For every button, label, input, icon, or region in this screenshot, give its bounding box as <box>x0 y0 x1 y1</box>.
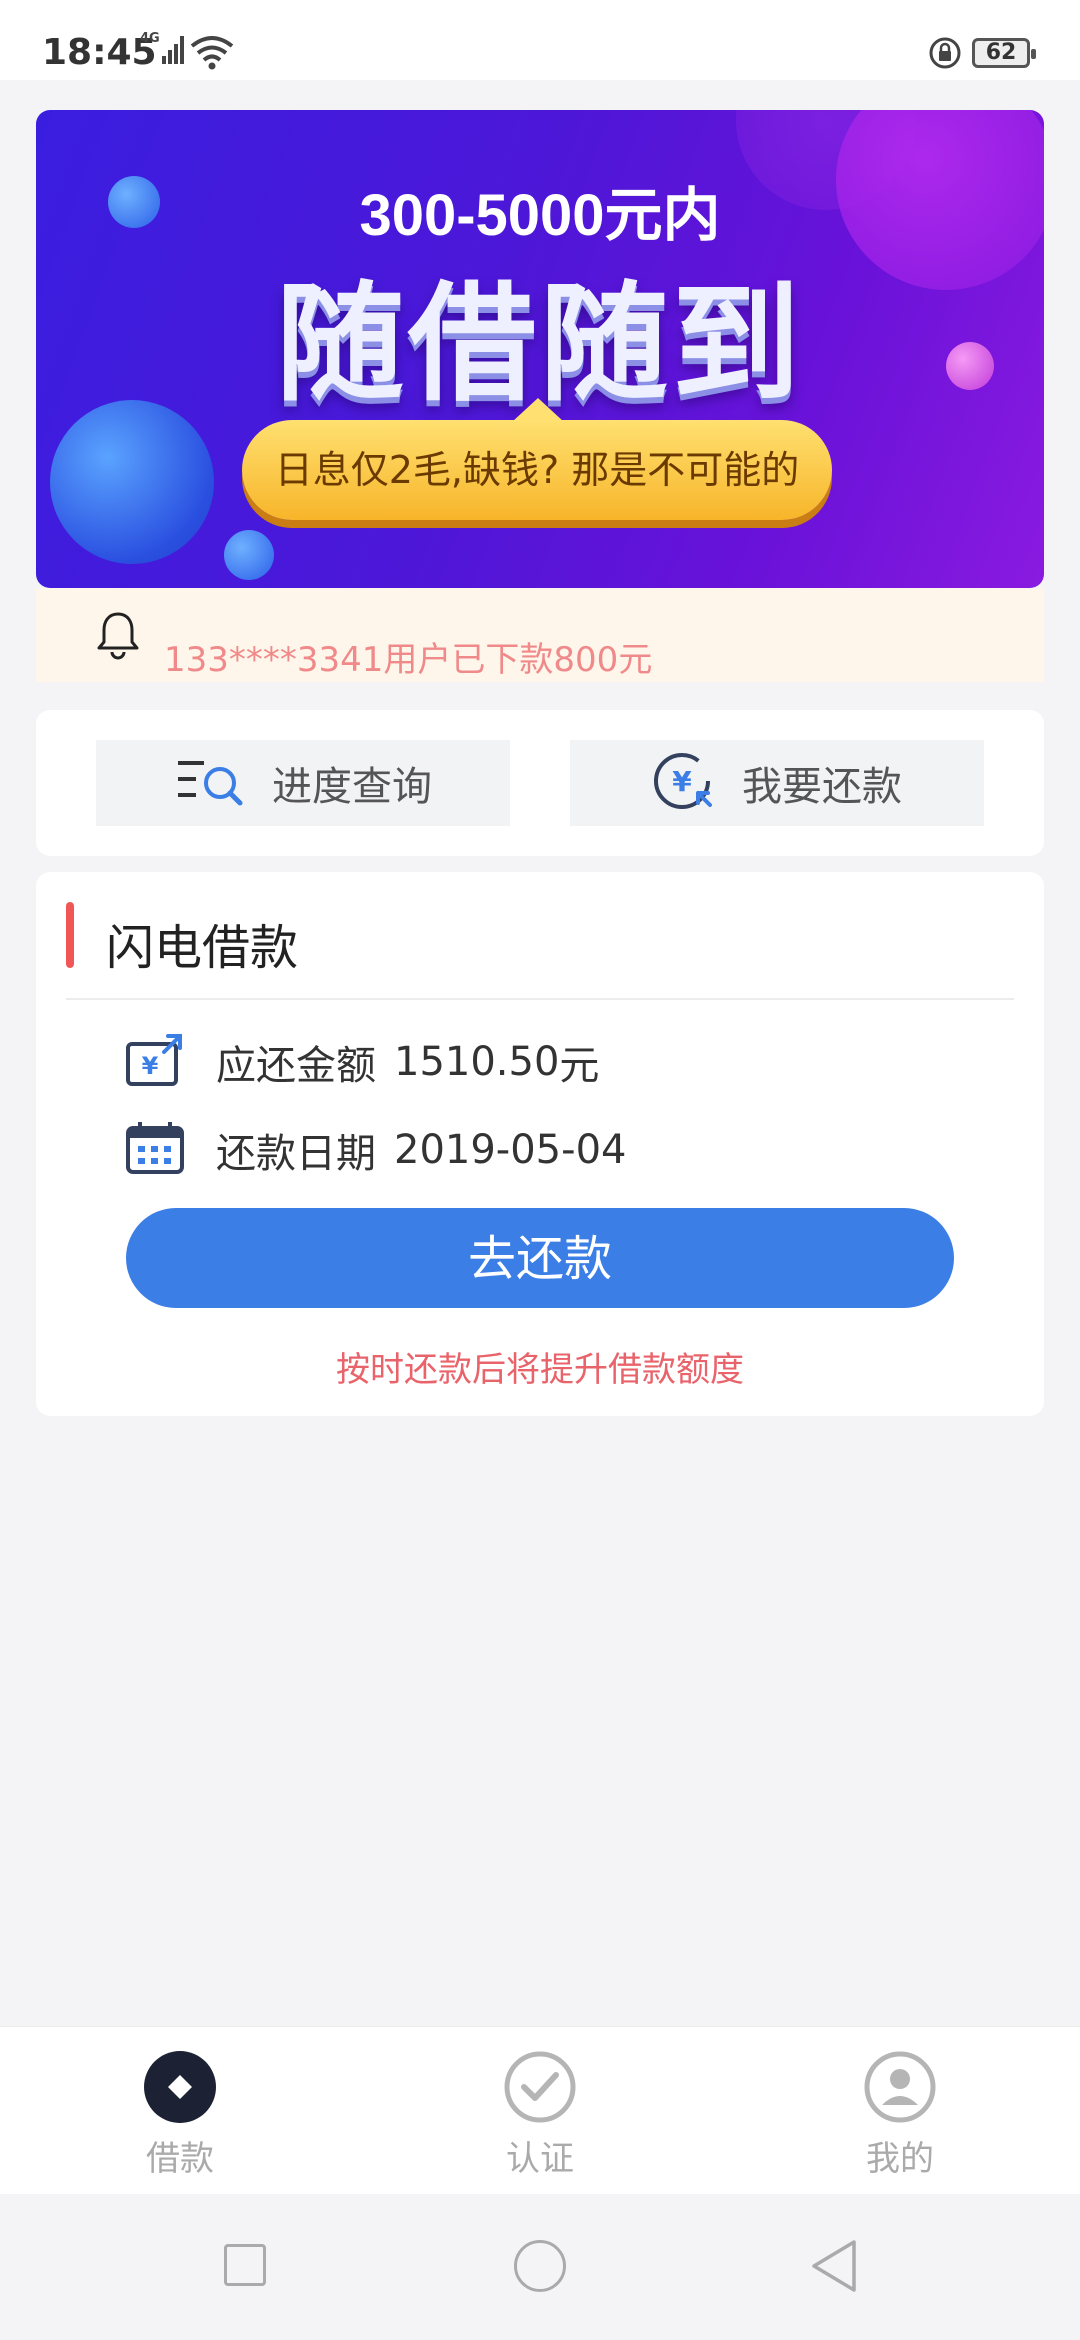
divider <box>66 998 1014 1000</box>
list-search-icon <box>174 753 246 813</box>
tab-mine-label: 我的 <box>866 2139 934 2179</box>
status-bar: 18:45 4G 62 <box>0 0 1080 80</box>
date-value: 2019-05-04 <box>394 1127 627 1173</box>
check-circle-icon <box>504 2051 576 2123</box>
repay-entry-label: 我要还款 <box>742 764 902 810</box>
network-type: 4G <box>140 31 160 46</box>
decor-ball <box>224 530 274 580</box>
progress-query-button[interactable]: 进度查询 <box>96 740 510 826</box>
date-label: 还款日期 <box>216 1131 376 1177</box>
notice-bar: 133****3341用户已下款800元 <box>36 588 1044 682</box>
tab-loan[interactable]: 借款 <box>0 2027 360 2195</box>
calendar-icon <box>124 1120 186 1180</box>
progress-query-label: 进度查询 <box>272 764 432 810</box>
repay-hint: 按时还款后将提升借款额度 <box>336 1350 744 1390</box>
svg-text:¥: ¥ <box>142 1052 159 1080</box>
date-row: 还款日期 2019-05-04 <box>124 1120 626 1180</box>
back-button[interactable] <box>810 2238 858 2298</box>
go-repay-button[interactable]: 去还款 <box>126 1208 954 1308</box>
home-button[interactable] <box>514 2240 566 2292</box>
system-nav-bar <box>0 2194 1080 2340</box>
bottom-tab-bar: 借款 认证 我的 <box>0 2026 1080 2195</box>
title-accent-bar <box>66 902 74 968</box>
tab-auth[interactable]: 认证 <box>360 2027 720 2195</box>
bell-icon <box>96 610 140 664</box>
signal-icon: 4G <box>140 30 184 72</box>
diamond-icon <box>144 2051 216 2123</box>
battery-indicator: 62 <box>972 38 1036 68</box>
amount-unit: 元 <box>559 1043 600 1089</box>
user-icon <box>864 2051 936 2123</box>
tab-loan-label: 借款 <box>146 2139 214 2179</box>
tab-mine[interactable]: 我的 <box>720 2027 1080 2195</box>
amount-label: 应还金额 <box>216 1043 376 1089</box>
rotation-lock-icon <box>928 36 962 74</box>
loan-title: 闪电借款 <box>106 920 299 976</box>
quick-actions-card: 进度查询 ¥ 我要还款 <box>36 710 1044 856</box>
wifi-icon <box>190 34 234 74</box>
notice-text: 133****3341用户已下款800元 <box>164 640 653 680</box>
yuan-arrow-icon: ¥ <box>652 749 716 817</box>
amount-value: 1510.50 <box>394 1039 560 1085</box>
banner-pill: 日息仅2毛,缺钱? 那是不可能的 <box>242 398 832 520</box>
promo-banner[interactable]: 300-5000元内 随借随到 日息仅2毛,缺钱? 那是不可能的 <box>36 110 1044 588</box>
loan-card: 闪电借款 ¥ 应还金额 1510.50 元 还款日期 2019-05-04 去还… <box>36 872 1044 1416</box>
repay-entry-button[interactable]: ¥ 我要还款 <box>570 740 984 826</box>
recent-apps-button[interactable] <box>224 2244 266 2286</box>
tab-auth-label: 认证 <box>506 2139 574 2179</box>
yuan-share-icon: ¥ <box>124 1032 186 1092</box>
amount-row: ¥ 应还金额 1510.50 元 <box>124 1032 599 1092</box>
svg-text:¥: ¥ <box>672 765 692 798</box>
